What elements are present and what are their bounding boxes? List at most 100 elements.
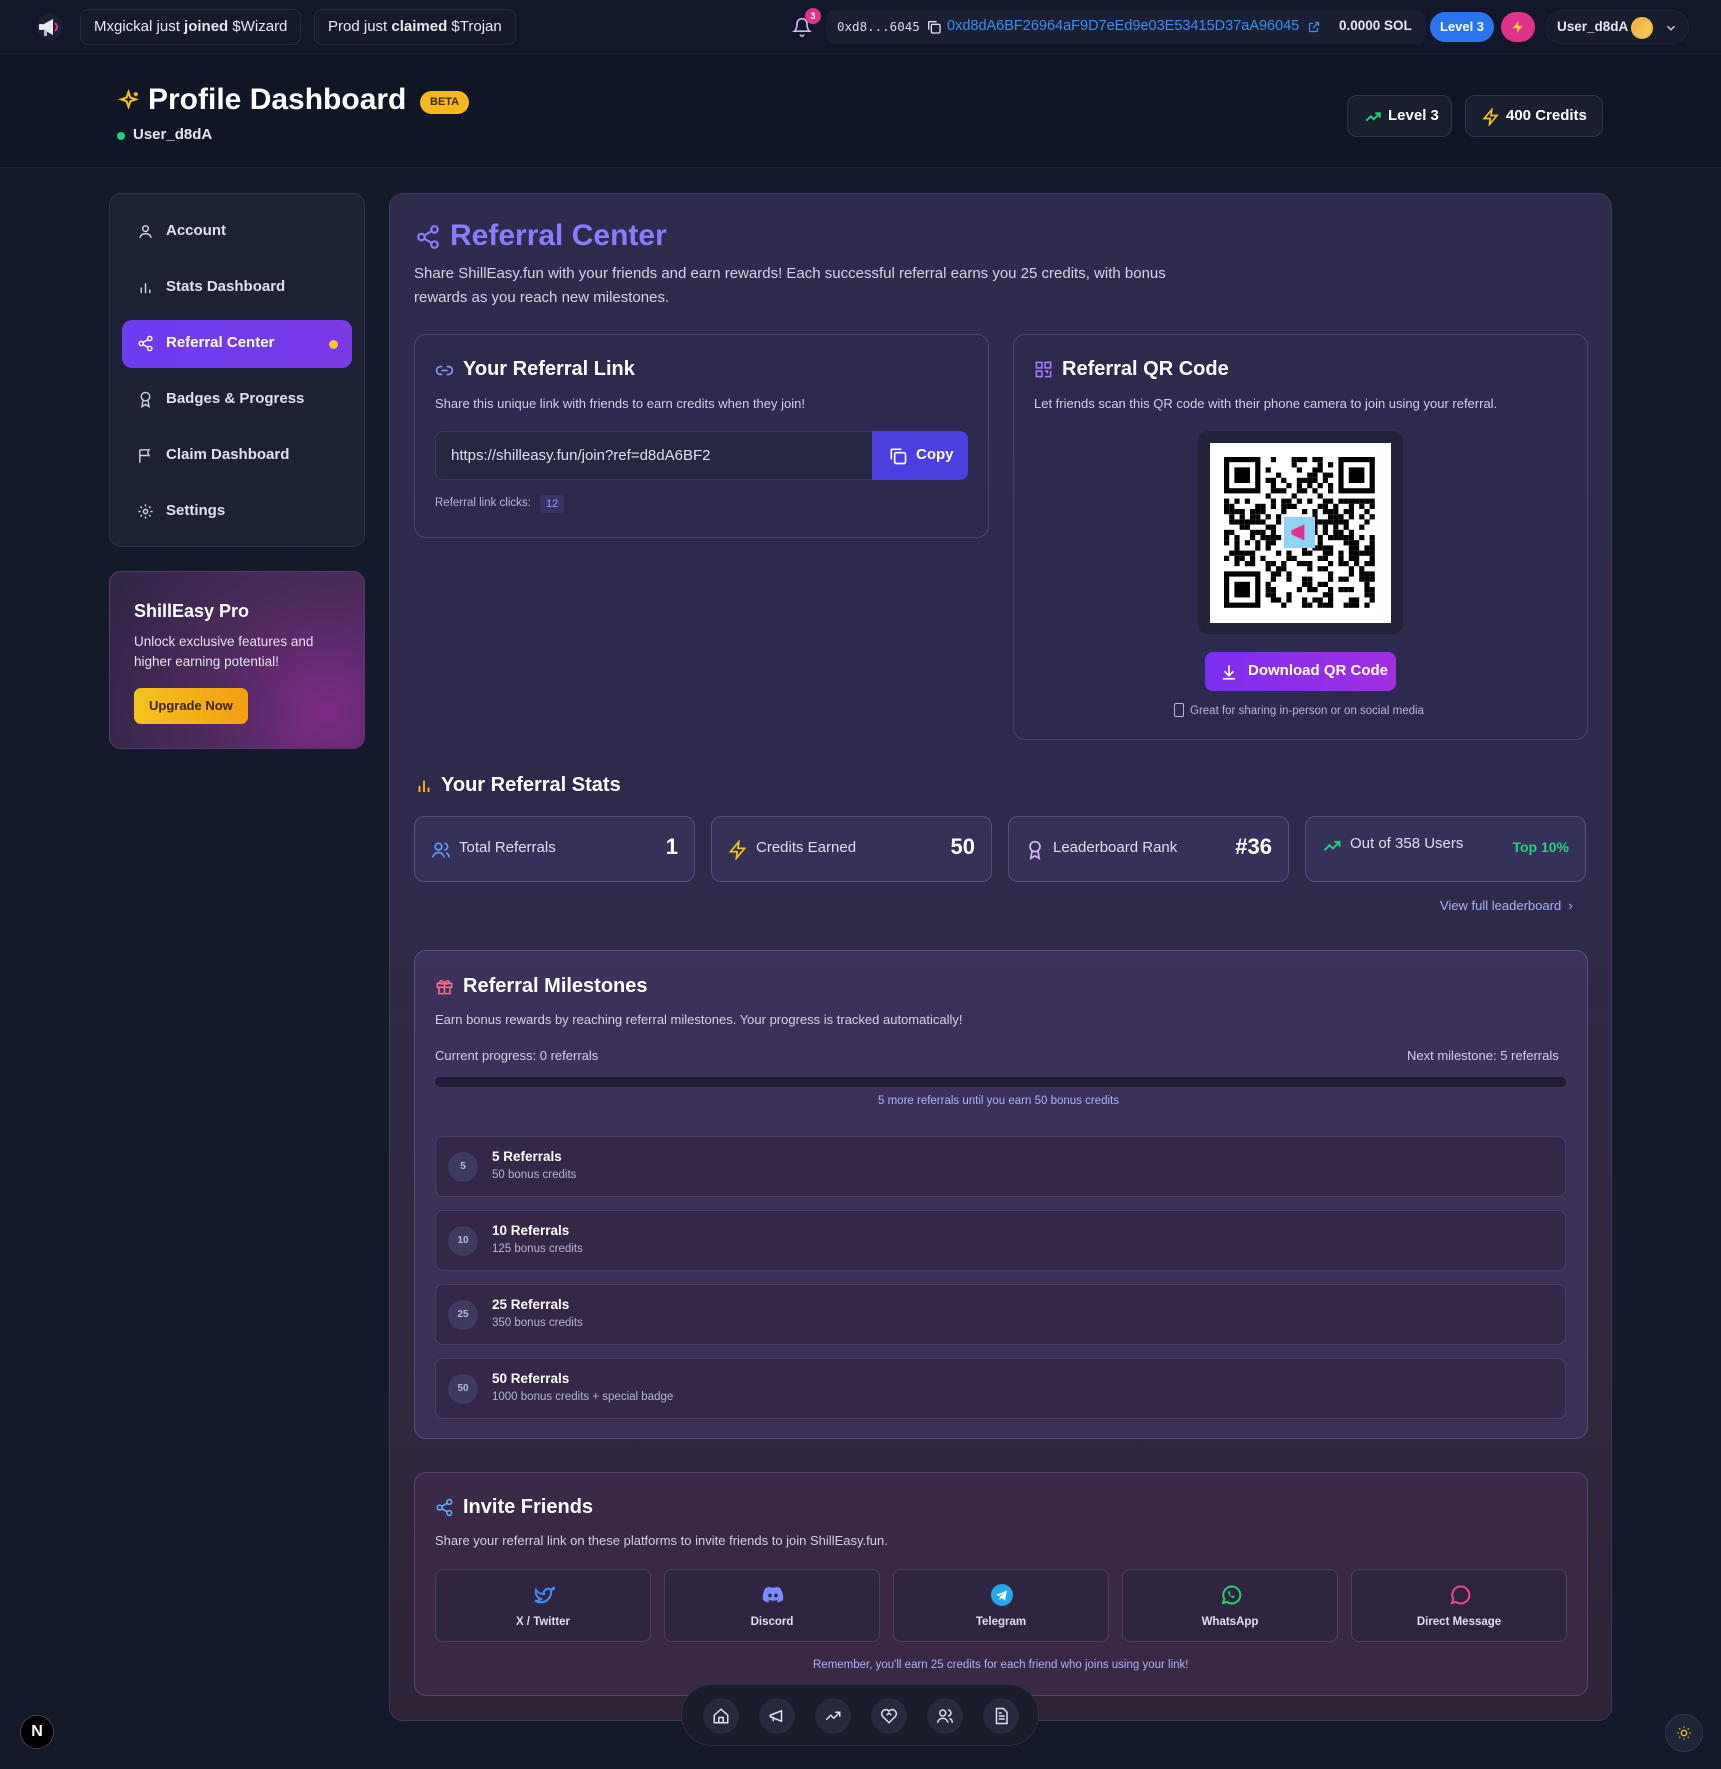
progress-hint: 5 more referrals until you earn 50 bonus… [878, 1095, 1119, 1107]
bar-chart-icon [418, 780, 430, 792]
sidebar-item-claim-dashboard[interactable]: Claim Dashboard [122, 432, 352, 480]
stat-value: Top 10% [1512, 839, 1569, 855]
sidebar-item-badges-progress[interactable]: Badges & Progress [122, 376, 352, 424]
dock-campaigns[interactable] [759, 1698, 795, 1734]
download-qr-label: Download QR Code [1248, 662, 1388, 679]
level-button-label: Level 3 [1388, 107, 1439, 124]
phone-icon [1174, 703, 1184, 717]
credits-button[interactable]: 400 Credits [1465, 95, 1603, 137]
progress-bar [435, 1077, 1566, 1087]
page-title: Profile Dashboard [148, 83, 407, 116]
sun-icon [1677, 1726, 1691, 1740]
user-menu[interactable]: User_d8dA [1545, 10, 1689, 44]
theme-toggle-button[interactable] [1665, 1714, 1703, 1752]
user-icon [139, 225, 152, 239]
beta-badge: BETA [420, 91, 470, 114]
sidebar-item-label: Account [166, 222, 226, 239]
share-discord-button[interactable]: Discord [664, 1569, 880, 1642]
share-twitter-button[interactable]: X / Twitter [435, 1569, 651, 1642]
stats-title: Your Referral Stats [441, 774, 621, 796]
copy-address-icon[interactable] [926, 19, 942, 35]
clicks-label: Referral link clicks: [435, 497, 531, 509]
sidebar-item-label: Referral Center [166, 334, 275, 351]
stat-credits-earned: Credits Earned 50 [711, 816, 992, 882]
stat-out-of-users: Out of 358 Users Top 10% [1305, 816, 1586, 882]
view-leaderboard-label: View full leaderboard [1440, 898, 1562, 913]
stat-label: Credits Earned [756, 839, 857, 856]
invite-footer: Remember, you'll earn 25 credits for eac… [813, 1659, 1189, 1671]
nx-dev-badge[interactable]: N [20, 1715, 54, 1749]
milestone-title: 10 Referrals [492, 1223, 570, 1238]
dock-docs[interactable] [983, 1698, 1019, 1734]
share-icon [436, 1498, 453, 1517]
sidebar-item-label: Badges & Progress [166, 390, 305, 407]
copy-icon [890, 448, 907, 465]
ticker-action: claimed [391, 18, 448, 35]
notification-badge: 3 [805, 8, 821, 24]
sidebar-item-stats-dashboard[interactable]: Stats Dashboard [122, 264, 352, 312]
discord-icon [762, 1586, 784, 1603]
current-progress-text: Current progress: 0 referrals [435, 1048, 599, 1063]
online-status-dot [117, 132, 125, 140]
sidebar-item-referral-center[interactable]: Referral Center [122, 320, 352, 368]
referral-link-subtitle: Share this unique link with friends to e… [435, 396, 805, 411]
qr-card-title: Referral QR Code [1062, 358, 1229, 380]
level-button[interactable]: Level 3 [1347, 95, 1452, 137]
stat-label: Out of 358 Users [1350, 835, 1464, 852]
bar-chart-icon [140, 283, 151, 294]
sidebar-item-settings[interactable]: Settings [122, 488, 352, 536]
milestone-reward: 50 bonus credits [492, 1169, 577, 1181]
trending-up-icon [1323, 840, 1341, 851]
dock-home[interactable] [703, 1698, 739, 1734]
stat-label: Leaderboard Rank [1053, 839, 1178, 856]
milestones-title: Referral Milestones [463, 975, 648, 997]
document-icon [995, 1707, 1008, 1725]
dock-trending[interactable] [815, 1698, 851, 1734]
boost-button[interactable] [1501, 12, 1535, 42]
download-qr-button[interactable]: Download QR Code [1205, 652, 1396, 691]
share-telegram-button[interactable]: Telegram [893, 1569, 1109, 1642]
dock-favorites[interactable] [871, 1698, 907, 1734]
share-whatsapp-button[interactable]: WhatsApp [1122, 1569, 1338, 1642]
qr-card-subtitle: Let friends scan this QR code with their… [1034, 396, 1498, 411]
wallet-short-address: 0xd8...6045 [837, 19, 920, 34]
trending-up-icon [1365, 112, 1381, 122]
share-icon [138, 335, 153, 352]
heart-handshake-icon [880, 1708, 898, 1724]
wallet-full-address-link[interactable]: 0xd8dA6BF26964aF9D7eEd9e03E53415D37aA960… [947, 18, 1299, 34]
stat-value: 1 [665, 834, 678, 859]
gear-icon [138, 504, 153, 519]
megaphone-logo-icon[interactable] [36, 13, 64, 41]
sol-balance: 0.0000 SOL [1339, 18, 1412, 33]
stat-value: #36 [1235, 834, 1272, 859]
pro-text: Unlock exclusive features and higher ear… [134, 634, 314, 669]
gift-icon [436, 980, 453, 995]
share-label: Direct Message [1416, 1616, 1502, 1628]
milestone-number: 10 [448, 1226, 478, 1256]
lightning-icon [1512, 21, 1523, 33]
sidebar-item-account[interactable]: Account [122, 208, 352, 256]
sidebar-item-label: Settings [166, 502, 226, 519]
share-direct-message-button[interactable]: Direct Message [1351, 1569, 1567, 1642]
pro-title: ShillEasy Pro [134, 601, 250, 621]
milestone-row: 25 25 Referrals 350 bonus credits [435, 1284, 1566, 1345]
ticker-verb: just [156, 18, 180, 35]
user-menu-name: User_d8dA [1557, 19, 1629, 34]
next-milestone-text: Next milestone: 5 referrals [1407, 1048, 1559, 1063]
stat-total-referrals: Total Referrals 1 [414, 816, 695, 882]
dock-community[interactable] [927, 1698, 963, 1734]
sidebar-item-label: Stats Dashboard [166, 278, 286, 295]
milestone-row: 10 10 Referrals 125 bonus credits [435, 1210, 1566, 1271]
milestone-reward: 125 bonus credits [492, 1243, 583, 1255]
view-leaderboard-link[interactable]: View full leaderboard › [1440, 898, 1573, 913]
external-link-icon[interactable] [1308, 21, 1320, 33]
lightning-icon [1482, 108, 1499, 126]
download-icon [1223, 665, 1235, 680]
referral-link-input[interactable]: https://shilleasy.fun/join?ref=d8dA6BF2 [435, 431, 872, 480]
avatar [1631, 17, 1653, 39]
level-badge[interactable]: Level 3 [1430, 12, 1494, 42]
copy-button[interactable]: Copy [872, 431, 968, 480]
upgrade-button[interactable]: Upgrade Now [134, 688, 248, 724]
bottom-dock [681, 1684, 1039, 1746]
milestone-title: 25 Referrals [492, 1297, 570, 1312]
